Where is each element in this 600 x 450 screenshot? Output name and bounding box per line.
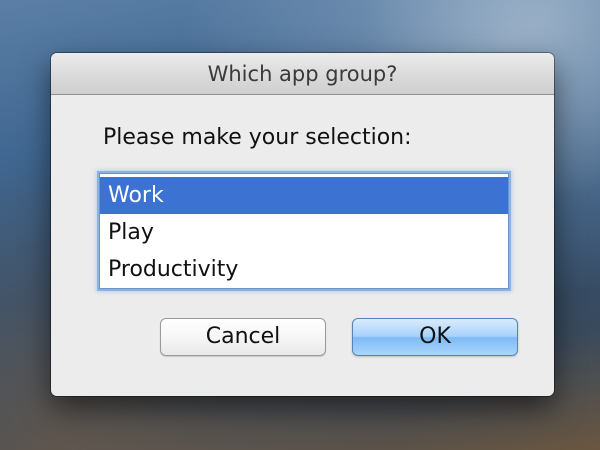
app-group-dialog: Which app group? Please make your select… [51, 53, 554, 396]
ok-button[interactable]: OK [352, 318, 518, 356]
selection-prompt: Please make your selection: [103, 125, 412, 150]
cancel-button[interactable]: Cancel [160, 318, 326, 356]
list-item-productivity[interactable]: Productivity [100, 251, 508, 288]
dialog-title: Which app group? [51, 53, 554, 95]
app-group-listbox[interactable]: Work Play Productivity [99, 173, 509, 289]
list-item-work[interactable]: Work [100, 177, 508, 214]
list-item-play[interactable]: Play [100, 214, 508, 251]
